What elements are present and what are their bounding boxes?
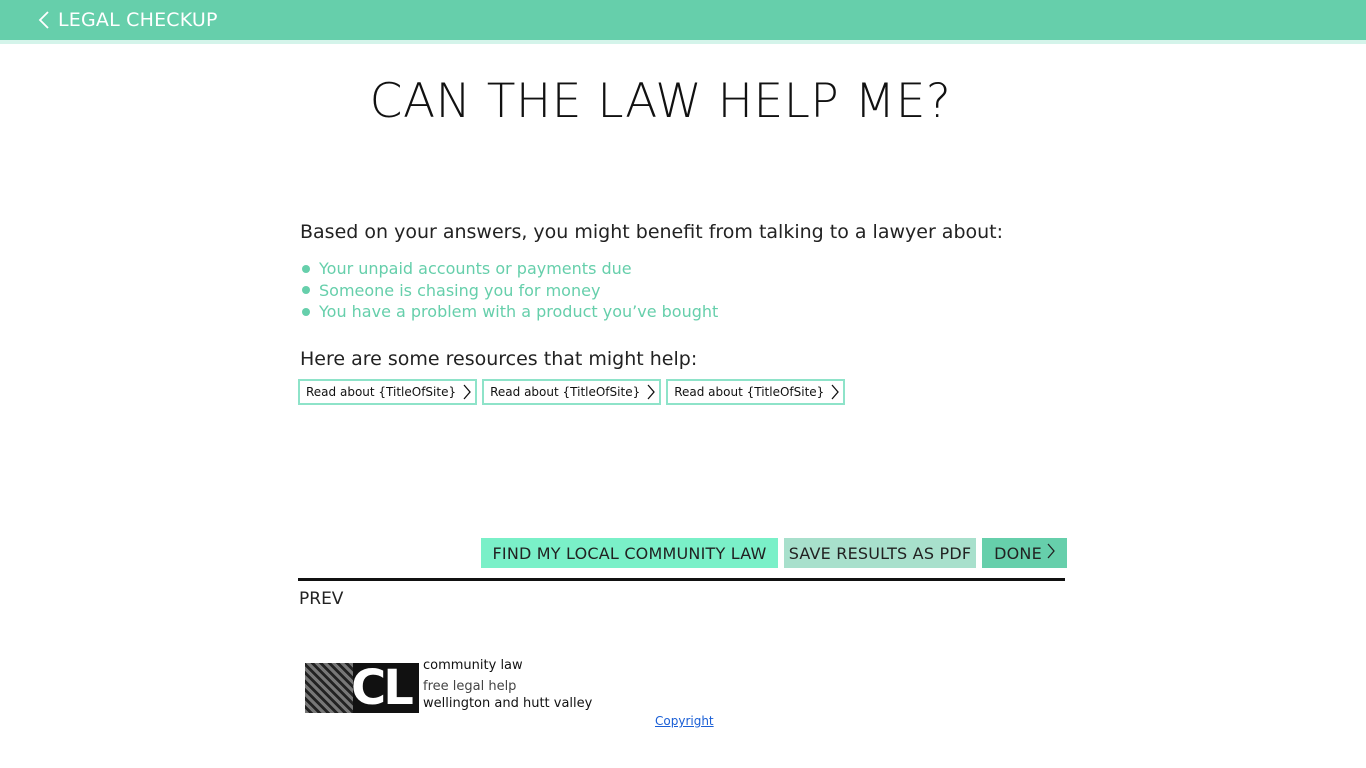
resource-link[interactable]: Read about {TitleOfSite}	[482, 379, 662, 405]
topic-label: Your unpaid accounts or payments due	[319, 259, 632, 279]
topic-list: Your unpaid accounts or payments due Som…	[300, 258, 718, 323]
resource-link[interactable]: Read about {TitleOfSite}	[298, 379, 478, 405]
prev-link[interactable]: PREV	[299, 589, 343, 609]
chevron-right-icon	[1046, 543, 1055, 563]
bullet-icon	[302, 286, 310, 295]
logo-text: community law free legal help wellington…	[423, 658, 592, 710]
resource-link-label: Read about {TitleOfSite}	[674, 385, 825, 399]
logo-letters: CL	[351, 663, 414, 713]
resource-links: Read about {TitleOfSite} Read about {Tit…	[298, 379, 846, 405]
resource-link-label: Read about {TitleOfSite}	[490, 385, 641, 399]
logo-line-3: wellington and hutt valley	[423, 696, 593, 711]
action-buttons: FIND MY LOCAL COMMUNITY LAW SAVE RESULTS…	[481, 538, 1067, 568]
bullet-icon	[302, 307, 310, 316]
topic-item: Your unpaid accounts or payments due	[300, 258, 718, 280]
topic-item: Someone is chasing you for money	[300, 280, 718, 302]
topic-label: Someone is chasing you for money	[319, 280, 601, 300]
bullet-icon	[302, 264, 310, 273]
chevron-right-icon	[830, 384, 840, 400]
find-community-law-button[interactable]: FIND MY LOCAL COMMUNITY LAW	[481, 538, 778, 568]
logo-line-1: community law	[423, 658, 523, 673]
copyright-link[interactable]: Copyright	[655, 714, 714, 728]
back-link[interactable]: LEGAL CHECKUP	[38, 7, 218, 33]
logo-line-2: free legal help	[423, 679, 517, 694]
divider	[298, 578, 1065, 581]
top-bar-underline	[0, 40, 1366, 44]
top-bar: LEGAL CHECKUP	[0, 0, 1366, 40]
topic-item: You have a problem with a product you’ve…	[300, 301, 718, 323]
back-label: LEGAL CHECKUP	[58, 9, 218, 31]
chevron-left-icon	[38, 10, 50, 30]
community-law-logo: CL community law free legal help welling…	[305, 658, 595, 716]
chevron-right-icon	[646, 384, 656, 400]
resource-link-label: Read about {TitleOfSite}	[306, 385, 457, 399]
chevron-right-icon	[462, 384, 471, 400]
done-button[interactable]: DONE	[982, 538, 1067, 568]
logo-pattern	[305, 663, 353, 713]
results-intro: Based on your answers, you might benefit…	[300, 221, 1004, 243]
resource-link[interactable]: Read about {TitleOfSite}	[666, 379, 846, 405]
page-title: CAN THE LAW HELP ME?	[369, 74, 952, 129]
topic-label: You have a problem with a product you’ve…	[319, 302, 719, 322]
logo-mark: CL	[305, 663, 419, 713]
resources-heading: Here are some resources that might help:	[300, 348, 698, 370]
save-pdf-button[interactable]: SAVE RESULTS AS PDF	[784, 538, 976, 568]
done-button-label: DONE	[994, 543, 1042, 563]
